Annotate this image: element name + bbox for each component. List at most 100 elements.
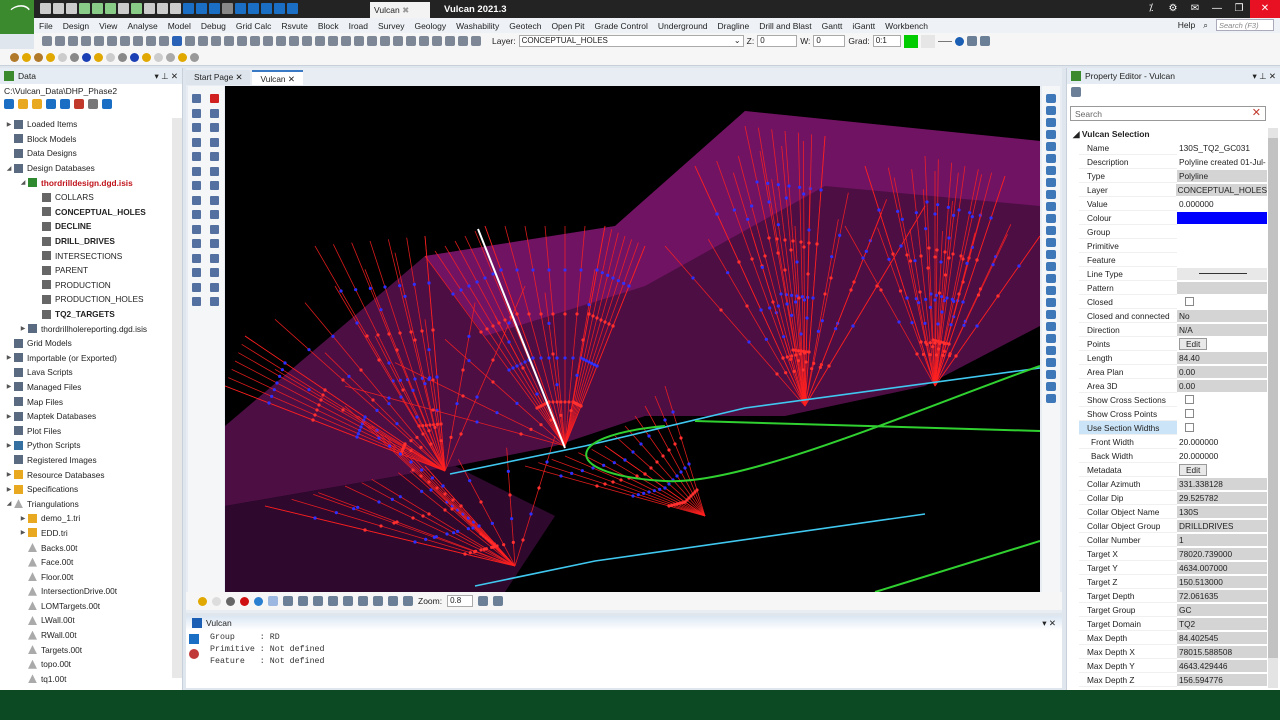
design-tool-icon[interactable] (380, 36, 390, 46)
tree-item[interactable]: CONCEPTUAL_HOLES (0, 205, 182, 220)
shading-tool-icon[interactable] (118, 52, 127, 62)
draw-tool-icon[interactable] (192, 108, 201, 118)
property-value[interactable]: Edit (1177, 464, 1267, 476)
tree-item[interactable]: ▶ Specifications (0, 482, 182, 497)
home-icon[interactable] (4, 99, 14, 109)
property-row[interactable]: Colour (1079, 211, 1267, 225)
crosshair-icon[interactable] (298, 596, 308, 606)
draw-tool-icon[interactable] (192, 181, 201, 190)
tree-item[interactable]: ▶ Importable (or Exported) (0, 351, 182, 366)
quick-access-tool-icon[interactable] (274, 3, 285, 14)
view-tool-icon[interactable] (1046, 310, 1056, 319)
design-tool-icon[interactable] (211, 36, 221, 46)
design-tool-icon[interactable] (68, 36, 78, 46)
menu-dragline[interactable]: Dragline (713, 21, 755, 31)
property-row[interactable]: Back Width 20.000000 (1079, 449, 1267, 463)
shading-tool-icon[interactable] (10, 52, 19, 62)
design-tool-icon[interactable] (172, 36, 182, 46)
clear-search-icon[interactable]: ✕ (1252, 108, 1261, 119)
tree-item[interactable]: Lava Scripts (0, 365, 182, 380)
draw-tool-icon[interactable] (210, 282, 219, 292)
draw-tool-icon[interactable] (210, 123, 219, 132)
view-tool-icon[interactable] (1046, 154, 1056, 163)
menu-grade-control[interactable]: Grade Control (590, 21, 653, 31)
tree-item[interactable]: ▶ Maptek Databases (0, 409, 182, 424)
menu-file[interactable]: File (34, 21, 58, 31)
quick-access-tool-icon[interactable] (287, 3, 298, 14)
shade-red-icon[interactable] (240, 596, 249, 606)
tree-scrollbar[interactable] (172, 118, 182, 678)
view-tool-icon[interactable] (1046, 190, 1056, 199)
edit-button[interactable]: Edit (1179, 338, 1208, 350)
property-value[interactable]: N/A (1177, 324, 1267, 336)
shading-tool-icon[interactable] (22, 52, 31, 62)
property-row[interactable]: Collar Object Name 130S (1079, 505, 1267, 519)
design-tool-icon[interactable] (458, 36, 468, 46)
shading-tool-icon[interactable] (190, 52, 199, 62)
design-tool-icon[interactable] (471, 36, 481, 46)
draw-tool-icon[interactable] (210, 166, 219, 176)
menu-survey[interactable]: Survey (373, 21, 409, 31)
tree-item[interactable]: ▶ Managed Files (0, 380, 182, 395)
snap-grid-icon[interactable] (283, 596, 293, 606)
design-tool-icon[interactable] (445, 36, 455, 46)
view-tool-icon[interactable] (1046, 298, 1056, 307)
expand-arrow-icon[interactable]: ▶ (4, 354, 14, 361)
shading-tool-icon[interactable] (82, 52, 91, 62)
tree-item[interactable]: topo.00t (0, 657, 182, 672)
design-tool-icon[interactable] (302, 36, 312, 46)
properties-icon[interactable] (966, 36, 977, 46)
menu-iroad[interactable]: Iroad (344, 21, 373, 31)
property-value[interactable] (1177, 226, 1267, 238)
expand-arrow-icon[interactable]: ▶ (4, 383, 14, 390)
property-row[interactable]: Max Depth Z 156.594776 (1079, 673, 1267, 687)
unlink-icon[interactable] (74, 99, 84, 109)
quick-access-tool-icon[interactable] (92, 3, 103, 14)
view-tool-icon[interactable] (1046, 394, 1056, 403)
property-search-input[interactable]: Search ✕ (1070, 106, 1266, 121)
property-value[interactable]: 84.40 (1177, 352, 1267, 364)
quick-access-tool-icon[interactable] (66, 3, 77, 14)
property-value[interactable]: Edit (1177, 338, 1267, 350)
draw-tool-icon[interactable] (210, 94, 219, 103)
property-value[interactable]: 1 (1177, 534, 1267, 546)
tree-item[interactable]: ▶ Python Scripts (0, 438, 182, 453)
draw-tool-icon[interactable] (210, 239, 219, 248)
zoom-input[interactable]: 0.8 (447, 595, 474, 607)
menu-geology[interactable]: Geology (409, 21, 451, 31)
property-row[interactable]: Target Y 4634.007000 (1079, 561, 1267, 575)
view-tool-icon[interactable] (1046, 166, 1056, 175)
tree-item[interactable]: TQ2_TARGETS (0, 307, 182, 322)
shade-yellow-icon[interactable] (198, 596, 207, 606)
property-value[interactable]: CONCEPTUAL_HOLES (1175, 184, 1267, 196)
menu-analyse[interactable]: Analyse (122, 21, 162, 31)
text-icon[interactable] (373, 596, 383, 606)
draw-tool-icon[interactable] (192, 239, 201, 248)
tab-start-page[interactable]: Start Page ✕ (186, 70, 251, 85)
expand-arrow-icon[interactable]: ▶ (4, 121, 14, 128)
design-tool-icon[interactable] (133, 36, 143, 46)
design-tool-icon[interactable] (341, 36, 351, 46)
expand-arrow-icon[interactable]: ▶ (4, 442, 14, 449)
property-checkbox[interactable] (1185, 409, 1194, 418)
tree-item[interactable]: PRODUCTION (0, 278, 182, 293)
quick-access-tool-icon[interactable] (183, 3, 194, 14)
property-row[interactable]: Closed and connected No (1079, 309, 1267, 323)
tree-item[interactable]: ▶ thordrillholereporting.dgd.isis (0, 321, 182, 336)
property-row[interactable]: Area 3D 0.00 (1079, 379, 1267, 393)
quick-access-tool-icon[interactable] (196, 3, 207, 14)
draw-tool-icon[interactable] (210, 181, 219, 190)
categorize-icon[interactable] (1071, 87, 1081, 97)
quick-access-tool-icon[interactable] (53, 3, 64, 14)
property-row[interactable]: Value 0.000000 (1079, 197, 1267, 211)
expand-arrow-icon[interactable]: ▶ (4, 413, 14, 420)
pattern-swatch[interactable] (920, 34, 935, 48)
view-tool-icon[interactable] (1046, 322, 1056, 331)
property-checkbox[interactable] (1185, 297, 1194, 306)
tree-item[interactable]: LWall.00t (0, 613, 182, 628)
pin-icon[interactable]: ▾ ⊥ ✕ (1252, 71, 1276, 82)
shading-tool-icon[interactable] (166, 52, 175, 62)
property-row[interactable]: Direction N/A (1079, 323, 1267, 337)
property-value[interactable]: No (1177, 310, 1267, 322)
notification-icon[interactable]: ⁒ (1140, 0, 1162, 18)
